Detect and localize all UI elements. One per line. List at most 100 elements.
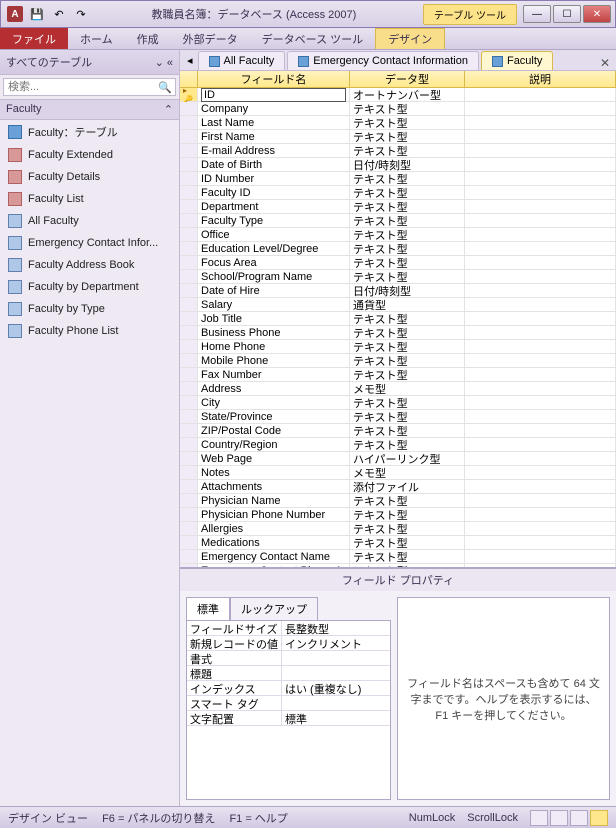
- ribbon-tab[interactable]: 外部データ: [171, 28, 250, 49]
- field-name-cell[interactable]: Allergies: [198, 522, 350, 535]
- description-cell[interactable]: [465, 508, 616, 521]
- data-type-cell[interactable]: テキスト型: [350, 102, 465, 115]
- ribbon-tab[interactable]: ホーム: [68, 28, 125, 49]
- description-cell[interactable]: [465, 116, 616, 129]
- row-selector[interactable]: [180, 298, 198, 311]
- nav-item[interactable]: Faculty List: [0, 188, 179, 210]
- row-selector[interactable]: [180, 508, 198, 521]
- field-name-cell[interactable]: Attachments: [198, 480, 350, 493]
- data-type-cell[interactable]: テキスト型: [350, 550, 465, 563]
- data-type-cell[interactable]: テキスト型: [350, 200, 465, 213]
- save-button[interactable]: 💾: [27, 4, 47, 24]
- property-value[interactable]: [282, 651, 390, 665]
- view-pivot-button[interactable]: [550, 810, 568, 826]
- row-selector-header[interactable]: [180, 71, 198, 87]
- field-name-cell[interactable]: ID Number: [198, 172, 350, 185]
- field-name-cell[interactable]: Country/Region: [198, 438, 350, 451]
- field-name-cell[interactable]: Physician Phone Number: [198, 508, 350, 521]
- row-selector[interactable]: [180, 396, 198, 409]
- description-cell[interactable]: [465, 354, 616, 367]
- description-cell[interactable]: [465, 368, 616, 381]
- field-name-cell[interactable]: Physician Name: [198, 494, 350, 507]
- property-row[interactable]: インデックスはい (重複なし): [187, 681, 390, 696]
- nav-item[interactable]: Faculty by Type: [0, 298, 179, 320]
- row-selector[interactable]: [180, 494, 198, 507]
- data-type-cell[interactable]: 日付/時刻型: [350, 284, 465, 297]
- data-type-cell[interactable]: テキスト型: [350, 116, 465, 129]
- nav-item[interactable]: Faculty Extended: [0, 144, 179, 166]
- nav-prev-icon[interactable]: ◂: [184, 51, 196, 70]
- property-row[interactable]: 書式: [187, 651, 390, 666]
- tab-lookup[interactable]: ルックアップ: [230, 597, 318, 620]
- description-cell[interactable]: [465, 340, 616, 353]
- row-selector[interactable]: [180, 522, 198, 535]
- property-value[interactable]: インクリメント: [282, 636, 390, 650]
- description-cell[interactable]: [465, 88, 616, 101]
- property-row[interactable]: 標題: [187, 666, 390, 681]
- ribbon-tab[interactable]: データベース ツール: [250, 28, 376, 49]
- ribbon-tab[interactable]: 作成: [125, 28, 171, 49]
- property-row[interactable]: 文字配置標準: [187, 711, 390, 726]
- minimize-button[interactable]: —: [523, 5, 551, 23]
- nav-item[interactable]: Faculty：テーブル: [0, 120, 179, 144]
- data-type-cell[interactable]: テキスト型: [350, 368, 465, 381]
- field-row[interactable]: Fax Numberテキスト型: [180, 368, 616, 382]
- field-name-cell[interactable]: Notes: [198, 466, 350, 479]
- data-type-cell[interactable]: テキスト型: [350, 214, 465, 227]
- property-row[interactable]: 新規レコードの値インクリメント: [187, 636, 390, 651]
- data-type-cell[interactable]: メモ型: [350, 382, 465, 395]
- view-datasheet-button[interactable]: [530, 810, 548, 826]
- field-name-cell[interactable]: [198, 88, 350, 101]
- description-cell[interactable]: [465, 550, 616, 563]
- description-cell[interactable]: [465, 480, 616, 493]
- field-name-cell[interactable]: Date of Hire: [198, 284, 350, 297]
- data-type-cell[interactable]: 日付/時刻型: [350, 158, 465, 171]
- field-name-cell[interactable]: Home Phone: [198, 340, 350, 353]
- description-cell[interactable]: [465, 256, 616, 269]
- row-selector[interactable]: [180, 382, 198, 395]
- row-selector[interactable]: [180, 172, 198, 185]
- row-selector[interactable]: [180, 186, 198, 199]
- description-cell[interactable]: [465, 102, 616, 115]
- row-selector[interactable]: [180, 116, 198, 129]
- row-selector[interactable]: [180, 340, 198, 353]
- row-selector[interactable]: [180, 214, 198, 227]
- field-name-cell[interactable]: Medications: [198, 536, 350, 549]
- field-grid[interactable]: ▸🔑オートナンバー型Companyテキスト型Last Nameテキスト型Firs…: [180, 88, 616, 567]
- field-row[interactable]: Date of Hire日付/時刻型: [180, 284, 616, 298]
- row-selector[interactable]: [180, 466, 198, 479]
- data-type-cell[interactable]: テキスト型: [350, 438, 465, 451]
- data-type-cell[interactable]: オートナンバー型: [350, 88, 465, 101]
- search-input[interactable]: [3, 78, 176, 96]
- col-data-type[interactable]: データ型: [350, 71, 465, 87]
- nav-item[interactable]: Faculty Details: [0, 166, 179, 188]
- field-name-cell[interactable]: Office: [198, 228, 350, 241]
- file-tab[interactable]: ファイル: [0, 28, 68, 49]
- row-selector[interactable]: [180, 536, 198, 549]
- field-name-cell[interactable]: Business Phone: [198, 326, 350, 339]
- row-selector[interactable]: [180, 242, 198, 255]
- field-row[interactable]: Web Pageハイパーリンク型: [180, 452, 616, 466]
- data-type-cell[interactable]: 添付ファイル: [350, 480, 465, 493]
- description-cell[interactable]: [465, 438, 616, 451]
- tab-general[interactable]: 標準: [186, 597, 230, 620]
- data-type-cell[interactable]: テキスト型: [350, 242, 465, 255]
- row-selector[interactable]: [180, 438, 198, 451]
- data-type-cell[interactable]: 通貨型: [350, 298, 465, 311]
- row-selector[interactable]: [180, 410, 198, 423]
- description-cell[interactable]: [465, 522, 616, 535]
- undo-button[interactable]: ↶: [49, 4, 69, 24]
- field-name-cell[interactable]: Salary: [198, 298, 350, 311]
- description-cell[interactable]: [465, 466, 616, 479]
- description-cell[interactable]: [465, 130, 616, 143]
- field-name-cell[interactable]: Date of Birth: [198, 158, 350, 171]
- data-type-cell[interactable]: テキスト型: [350, 312, 465, 325]
- row-selector[interactable]: ▸🔑: [180, 88, 198, 101]
- nav-group-header[interactable]: Faculty⌃: [0, 100, 179, 120]
- property-value[interactable]: はい (重複なし): [282, 681, 390, 695]
- field-name-cell[interactable]: Fax Number: [198, 368, 350, 381]
- field-name-cell[interactable]: Focus Area: [198, 256, 350, 269]
- data-type-cell[interactable]: テキスト型: [350, 494, 465, 507]
- data-type-cell[interactable]: テキスト型: [350, 522, 465, 535]
- nav-item[interactable]: Faculty Address Book: [0, 254, 179, 276]
